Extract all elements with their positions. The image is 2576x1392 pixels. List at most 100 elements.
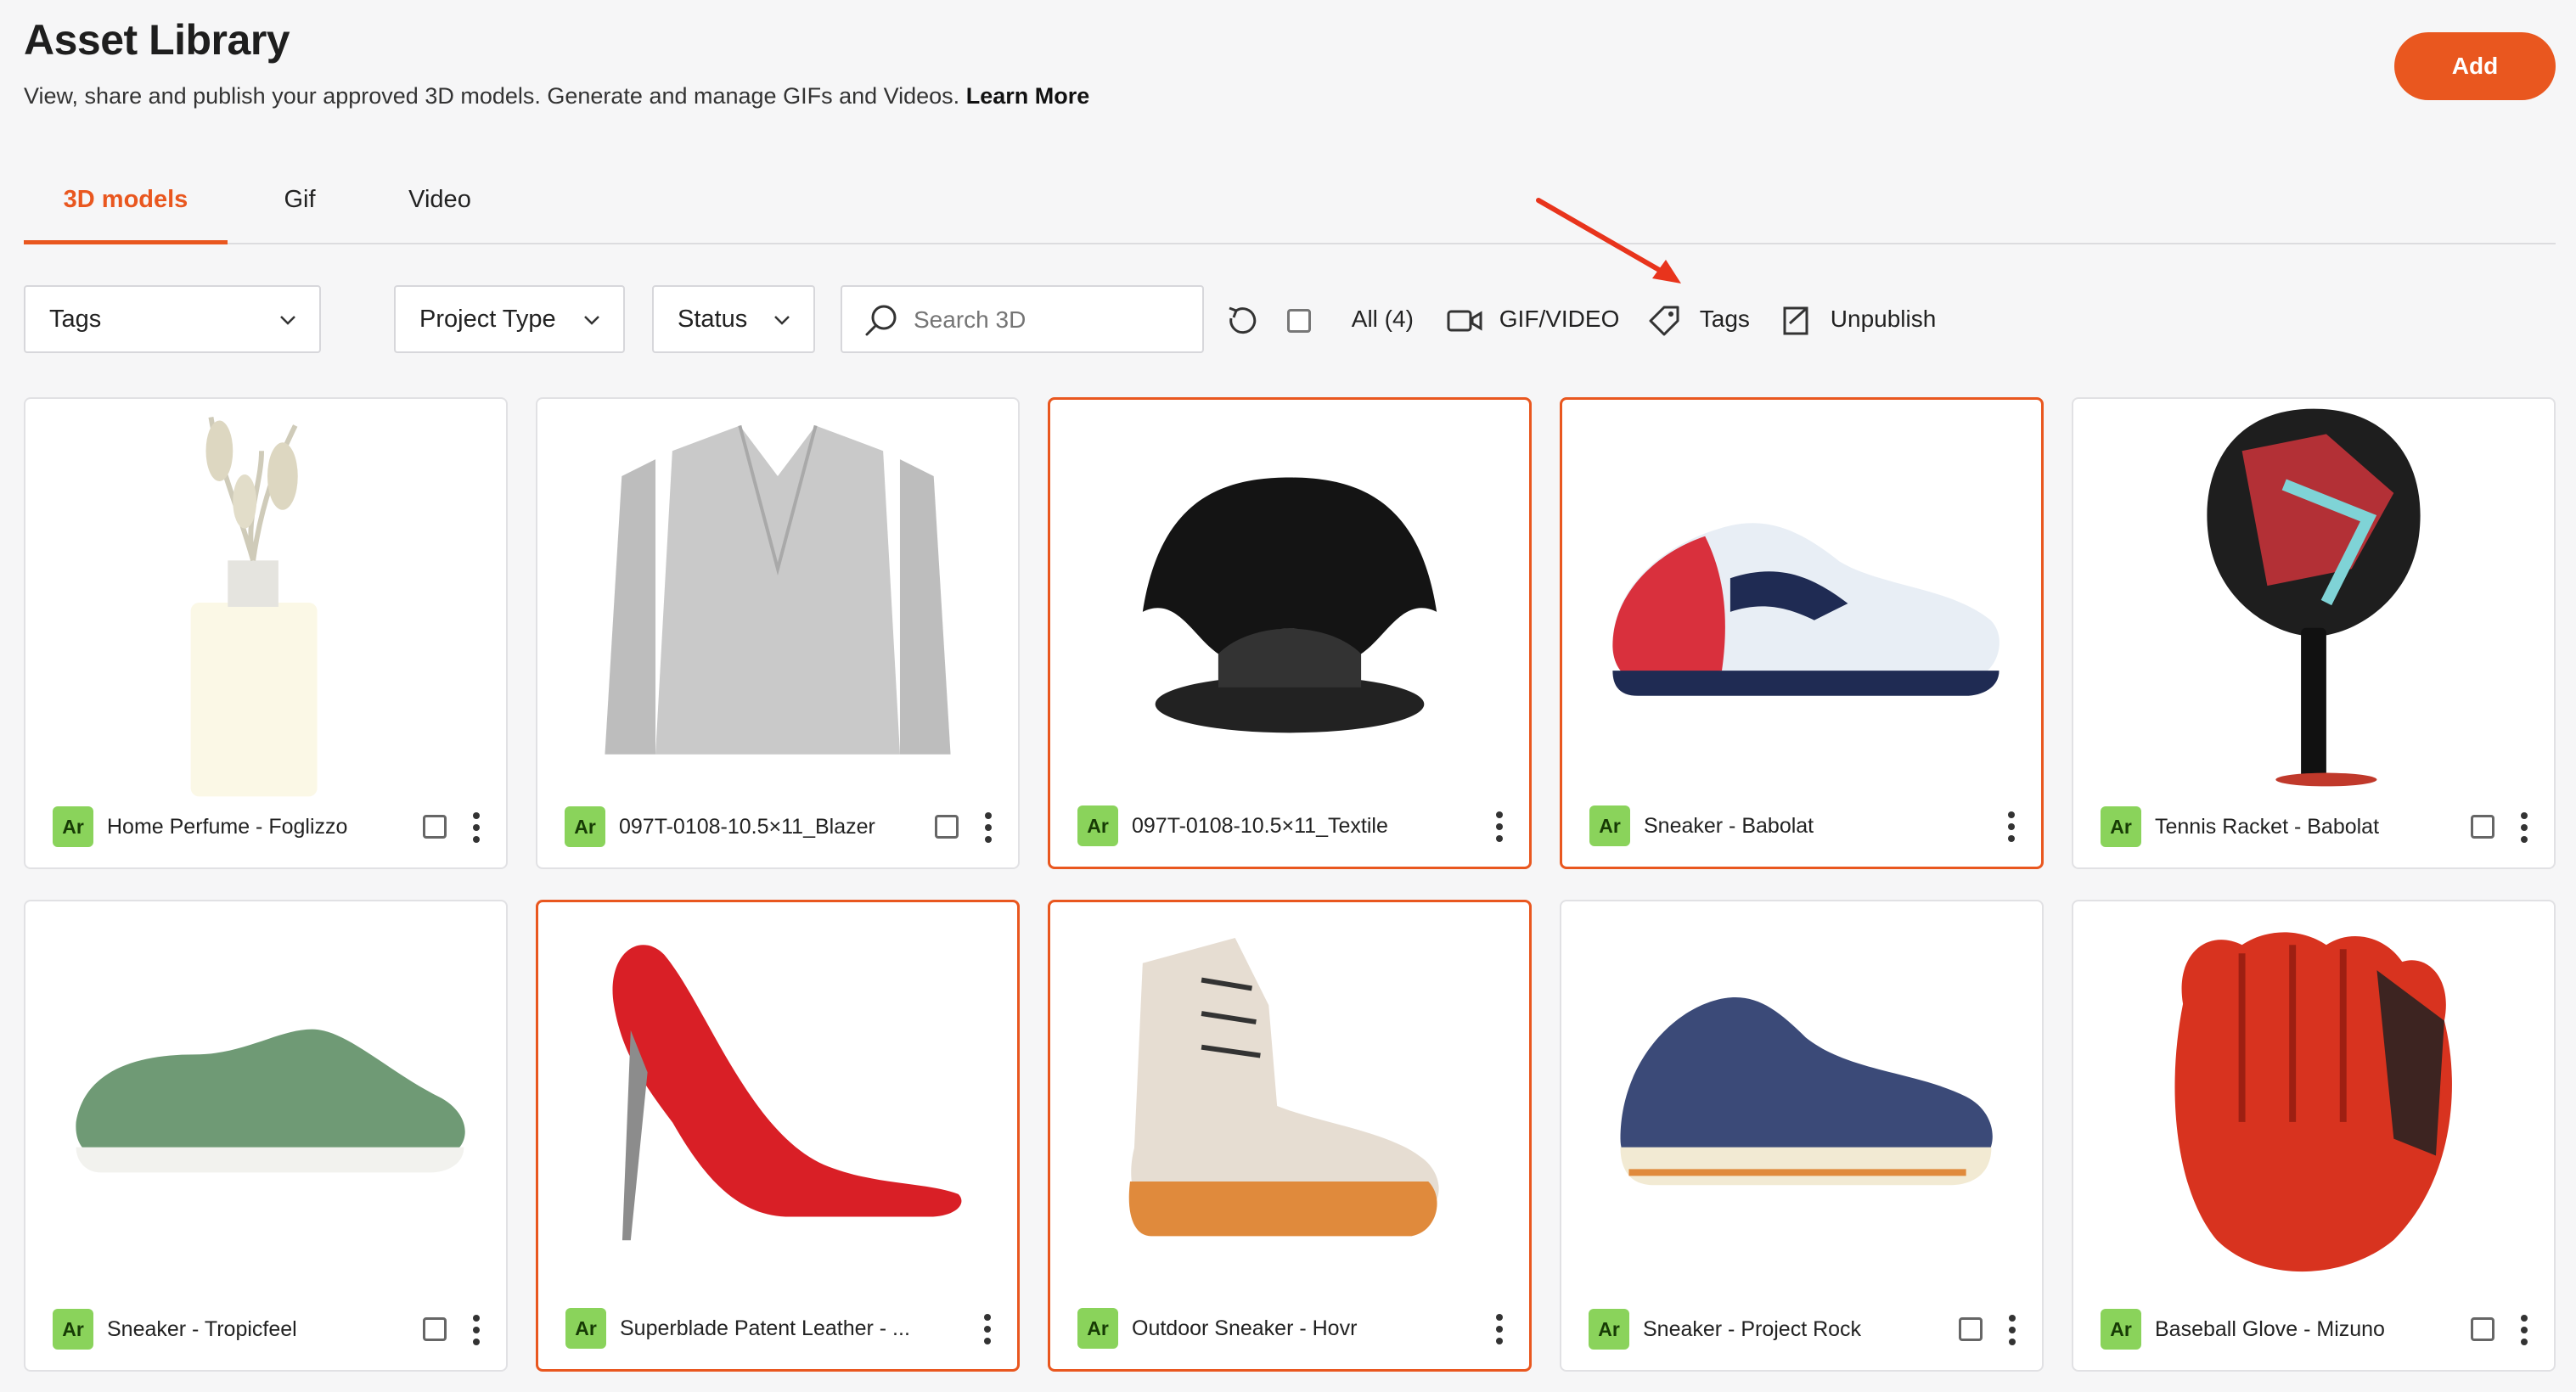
vase-icon [190, 417, 318, 797]
ar-badge: Ar [1077, 805, 1118, 846]
asset-card-footer: Ar Superblade Patent Leather - ... [538, 1298, 1017, 1369]
page-title: Asset Library [24, 16, 290, 64]
asset-checkbox[interactable] [1959, 1317, 1983, 1341]
chevron-down-icon [280, 316, 295, 325]
asset-thumbnail[interactable] [1561, 901, 2042, 1300]
ar-badge: Ar [2101, 806, 2141, 847]
asset-thumbnail[interactable] [537, 399, 1018, 798]
toolbar: Tags Project Type Status All (4) GIF/VID… [24, 285, 2556, 356]
sneaker-icon [76, 1029, 465, 1173]
chevron-down-icon [584, 316, 599, 325]
asset-thumbnail[interactable] [2073, 399, 2554, 798]
search-input[interactable] [912, 299, 1187, 341]
asset-name: Tennis Racket - Babolat [2155, 815, 2380, 839]
racket-icon [2207, 408, 2421, 787]
more-options-icon[interactable] [2006, 1314, 2018, 1346]
asset-thumbnail[interactable] [25, 901, 506, 1300]
high-heel-icon [612, 945, 962, 1241]
asset-name: Baseball Glove - Mizuno [2155, 1317, 2385, 1341]
more-options-icon[interactable] [2518, 1314, 2530, 1346]
search-icon [865, 305, 897, 336]
asset-card[interactable]: Ar Outdoor Sneaker - Hovr [1048, 900, 1532, 1372]
boot-icon [1128, 938, 1439, 1237]
asset-card[interactable]: Ar Sneaker - Tropicfeel [24, 900, 508, 1372]
select-all-control[interactable]: All (4) [1287, 285, 1440, 353]
refresh-icon [1229, 306, 1257, 334]
asset-card[interactable]: Ar Baseball Glove - Mizuno [2072, 900, 2556, 1372]
tags-action-label: Tags [1699, 306, 1750, 332]
asset-card-footer: Ar 097T-0108-10.5×11_Blazer [537, 796, 1018, 867]
search-box [841, 285, 1204, 353]
page-subtitle: View, share and publish your approved 3D… [24, 83, 1089, 109]
tab-bar: 3D models Gif Video [24, 170, 2556, 244]
asset-checkbox[interactable] [2471, 1317, 2494, 1341]
subtitle-text: View, share and publish your approved 3D… [24, 83, 960, 109]
select-all-checkbox[interactable] [1287, 308, 1311, 333]
project-type-filter-dropdown[interactable]: Project Type [394, 285, 625, 353]
ar-badge: Ar [565, 806, 605, 847]
asset-name: Home Perfume - Foglizzo [107, 815, 348, 839]
asset-thumbnail[interactable] [1562, 400, 2041, 799]
asset-card[interactable]: Ar Sneaker - Project Rock [1560, 900, 2044, 1372]
learn-more-link[interactable]: Learn More [966, 83, 1090, 109]
asset-card-footer: Ar 097T-0108-10.5×11_Textile [1050, 795, 1529, 867]
gif-video-label: GIF/VIDEO [1499, 306, 1620, 332]
asset-thumbnail[interactable] [2073, 901, 2554, 1300]
gif-video-button[interactable]: GIF/VIDEO [1447, 285, 1625, 353]
asset-thumbnail[interactable] [1050, 902, 1529, 1301]
ar-badge: Ar [1589, 1309, 1629, 1350]
tags-action-button[interactable]: Tags [1647, 285, 1775, 353]
more-options-icon[interactable] [2005, 811, 2017, 843]
asset-card[interactable]: Ar Tennis Racket - Babolat [2072, 397, 2556, 869]
asset-card-footer: Ar Sneaker - Babolat [1562, 795, 2041, 867]
tags-filter-dropdown[interactable]: Tags [24, 285, 321, 353]
unpublish-button[interactable]: Unpublish [1781, 285, 1968, 353]
asset-checkbox[interactable] [935, 815, 959, 839]
ar-badge: Ar [53, 806, 93, 847]
ar-badge: Ar [1589, 805, 1630, 846]
asset-checkbox[interactable] [423, 815, 447, 839]
more-options-icon[interactable] [1493, 1313, 1505, 1345]
asset-card-footer: Ar Sneaker - Project Rock [1561, 1299, 2042, 1370]
textile-icon [1142, 477, 1437, 733]
asset-card[interactable]: Ar Sneaker - Babolat [1560, 397, 2044, 869]
ar-badge: Ar [2101, 1309, 2141, 1350]
more-options-icon[interactable] [1493, 811, 1505, 843]
more-options-icon[interactable] [470, 811, 482, 844]
asset-card[interactable]: Ar Home Perfume - Foglizzo [24, 397, 508, 869]
video-camera-icon [1447, 310, 1482, 332]
asset-card-footer: Ar Tennis Racket - Babolat [2073, 796, 2554, 867]
asset-name: 097T-0108-10.5×11_Blazer [619, 815, 875, 839]
asset-checkbox[interactable] [2471, 815, 2494, 839]
asset-card-footer: Ar Home Perfume - Foglizzo [25, 796, 506, 867]
asset-name: 097T-0108-10.5×11_Textile [1132, 814, 1388, 838]
more-options-icon[interactable] [981, 1313, 993, 1345]
tab-3d-models[interactable]: 3D models [24, 170, 228, 244]
project-type-filter-label: Project Type [419, 306, 556, 333]
tab-gif[interactable]: Gif [253, 170, 346, 243]
asset-checkbox[interactable] [423, 1317, 447, 1341]
add-button[interactable]: Add [2394, 32, 2556, 100]
asset-name: Sneaker - Tropicfeel [107, 1317, 297, 1341]
more-options-icon[interactable] [2518, 811, 2530, 844]
more-options-icon[interactable] [982, 811, 994, 844]
asset-name: Sneaker - Babolat [1644, 814, 1814, 838]
asset-card[interactable]: Ar 097T-0108-10.5×11_Blazer [536, 397, 1020, 869]
status-filter-label: Status [678, 306, 748, 333]
asset-thumbnail[interactable] [1050, 400, 1529, 799]
asset-card[interactable]: Ar Superblade Patent Leather - ... [536, 900, 1020, 1372]
status-filter-dropdown[interactable]: Status [652, 285, 815, 353]
refresh-button[interactable] [1204, 285, 1280, 353]
annotation-arrow-icon [1536, 198, 1681, 283]
asset-thumbnail[interactable] [538, 902, 1017, 1301]
select-all-label: All (4) [1351, 306, 1414, 332]
asset-name: Sneaker - Project Rock [1643, 1317, 1862, 1341]
asset-card[interactable]: Ar 097T-0108-10.5×11_Textile [1048, 397, 1532, 869]
more-options-icon[interactable] [470, 1314, 482, 1346]
asset-card-footer: Ar Outdoor Sneaker - Hovr [1050, 1298, 1529, 1369]
sneaker-icon [1620, 997, 1993, 1186]
tab-video[interactable]: Video [380, 170, 499, 243]
asset-thumbnail[interactable] [25, 399, 506, 798]
unpublish-label: Unpublish [1830, 306, 1937, 332]
chevron-down-icon [774, 316, 790, 325]
